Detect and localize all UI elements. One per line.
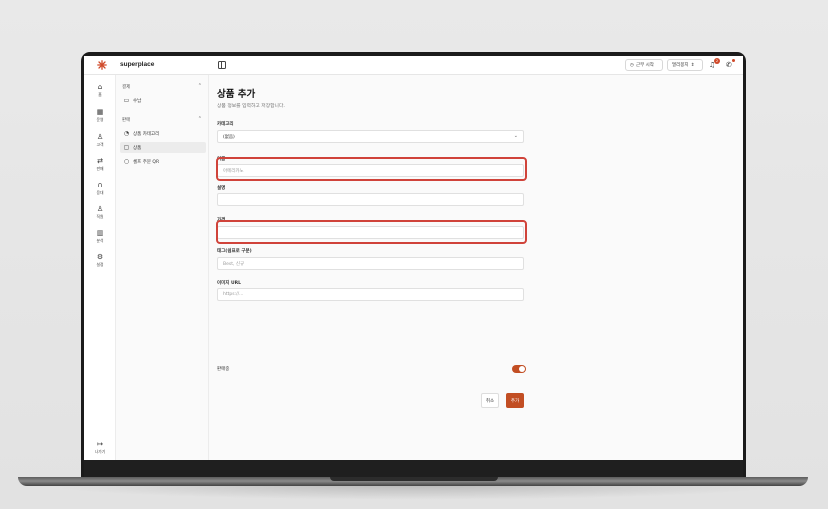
laptop-screen-bottom (84, 460, 743, 478)
top-bar: superplace ◷ 근무 시작 멀리몽지 ⇕ ♫ 2 ✆ (84, 56, 743, 75)
logout-button[interactable]: ↦ 나가기 (84, 440, 116, 455)
add-button[interactable]: 추가 (506, 393, 524, 408)
clock-icon: ◷ (630, 62, 634, 68)
rail-item-calendar[interactable]: ▦ 운영 (84, 108, 116, 123)
name-field-highlight (216, 157, 527, 181)
section-title: 판매 (122, 118, 131, 123)
app-screen: superplace ◷ 근무 시작 멀리몽지 ⇕ ♫ 2 ✆ ⌂ 홈 ▦ 운영 ♙ 고객… (84, 56, 743, 460)
rail-item-settings[interactable]: ⚙ 설정 (84, 253, 116, 268)
rail-item-analytics[interactable]: ▥ 분석 (84, 229, 116, 244)
sidebar-item-product-category[interactable]: ◔ 상품 카테고리 (120, 128, 206, 139)
sidebar-item-self-order-qr[interactable]: ○ 셀프 주문 QR (120, 156, 206, 167)
chevron-down-icon: ⌄ (513, 133, 518, 139)
rail-item-label: 응대 (96, 190, 104, 195)
calendar-icon: ▦ (96, 108, 104, 116)
home-icon: ⌂ (97, 83, 103, 91)
rail-item-label: 고객 (96, 142, 104, 147)
sidebar-item-label: 상품 카테고리 (133, 131, 160, 137)
notification-badge: 2 (714, 58, 720, 64)
rail-item-label: 운영 (96, 117, 104, 122)
rail-item-label: 직원 (96, 214, 104, 219)
tag-icon: ◔ (123, 130, 130, 137)
section-title: 결제 (122, 85, 131, 90)
rail-item-sales[interactable]: ⇄ 판매 (84, 157, 116, 172)
toggle-knob (519, 366, 525, 372)
phone-icon[interactable]: ✆ (726, 61, 732, 69)
rail-item-label: 판매 (96, 166, 104, 171)
settings-icon: ⚙ (96, 253, 104, 261)
start-work-label: 근무 시작 (635, 63, 654, 68)
card-icon: ▭ (123, 97, 130, 104)
on-sale-label: 판매중 (217, 367, 230, 372)
rail-item-label: 홈 (98, 92, 102, 97)
rail-item-headset[interactable]: ∩ 응대 (84, 181, 116, 196)
sub-sidebar: 결제 ⌃ ▭ 수납 판매 ⌃ ◔ 상품 카테고리 ▢ 상품 ○ 셀프 주문 QR (116, 75, 209, 460)
staff-icon: ♙ (96, 205, 104, 213)
brand-name[interactable]: superplace (120, 61, 154, 68)
start-work-button[interactable]: ◷ 근무 시작 (625, 59, 663, 71)
customer-icon: ♙ (96, 133, 104, 141)
sales-icon: ⇄ (97, 157, 103, 165)
sidebar-toggle-icon[interactable] (218, 61, 226, 69)
rail-item-home[interactable]: ⌂ 홈 (84, 83, 116, 98)
category-select[interactable]: (없음) ⌄ (217, 130, 524, 143)
page-title: 상품 추가 (217, 89, 256, 100)
laptop-notch (330, 477, 498, 481)
phone-status-dot (732, 59, 735, 62)
sidebar-item-payment-collect[interactable]: ▭ 수납 (120, 95, 206, 106)
store-selector-label: 멀리몽지 (672, 63, 689, 68)
on-sale-toggle[interactable] (512, 365, 526, 373)
image-url-input[interactable]: https://... (217, 288, 524, 301)
price-field-highlight (216, 220, 527, 244)
main-content: 상품 추가 상품 정보를 입력하고 저장합니다. 카테고리 (없음) ⌄ 이름 … (209, 75, 743, 460)
rail-item-customer[interactable]: ♙ 고객 (84, 133, 116, 148)
tags-label: 태그(쉼표로 구분) (217, 249, 252, 254)
sidebar-item-label: 상품 (133, 145, 142, 151)
rail-item-label: 분석 (96, 238, 104, 243)
page-subtitle: 상품 정보를 입력하고 저장합니다. (217, 104, 285, 109)
description-input[interactable] (217, 193, 524, 206)
sidebar-item-label: 수납 (133, 98, 142, 104)
analytics-icon: ▥ (96, 229, 104, 237)
description-label: 설명 (217, 186, 226, 191)
sidebar-item-products[interactable]: ▢ 상품 (120, 142, 206, 153)
qr-icon: ○ (123, 158, 130, 165)
image-url-placeholder: https://... (223, 292, 244, 297)
chevron-up-icon: ⌃ (197, 116, 202, 122)
tags-input[interactable]: Best, 신규 (217, 257, 524, 270)
cancel-button[interactable]: 취소 (481, 393, 499, 408)
category-label: 카테고리 (217, 122, 234, 127)
tags-placeholder: Best, 신규 (223, 261, 245, 267)
rail-item-staff[interactable]: ♙ 직원 (84, 205, 116, 220)
sidebar-item-label: 셀프 주문 QR (133, 159, 160, 165)
icon-rail: ⌂ 홈 ▦ 운영 ♙ 고객 ⇄ 판매 ∩ 응대 ♙ 직원 ▥ 분석 ⚙ 설정 ↦ 나가기 (84, 75, 116, 460)
brand-logo-icon[interactable] (97, 60, 107, 70)
section-header-payment[interactable]: 결제 ⌃ (122, 83, 202, 90)
section-header-sales[interactable]: 판매 ⌃ (122, 116, 202, 123)
bag-icon: ▢ (123, 144, 130, 151)
logout-icon: ↦ (97, 440, 103, 448)
logout-label: 나가기 (94, 449, 106, 454)
category-value: (없음) (223, 134, 235, 140)
store-selector[interactable]: 멀리몽지 ⇕ (667, 59, 703, 71)
chevron-up-icon: ⌃ (197, 83, 202, 89)
headset-icon: ∩ (97, 181, 103, 189)
chevron-updown-icon: ⇕ (690, 62, 695, 68)
image-url-label: 이미지 URL (217, 281, 241, 286)
rail-item-label: 설정 (96, 262, 104, 267)
